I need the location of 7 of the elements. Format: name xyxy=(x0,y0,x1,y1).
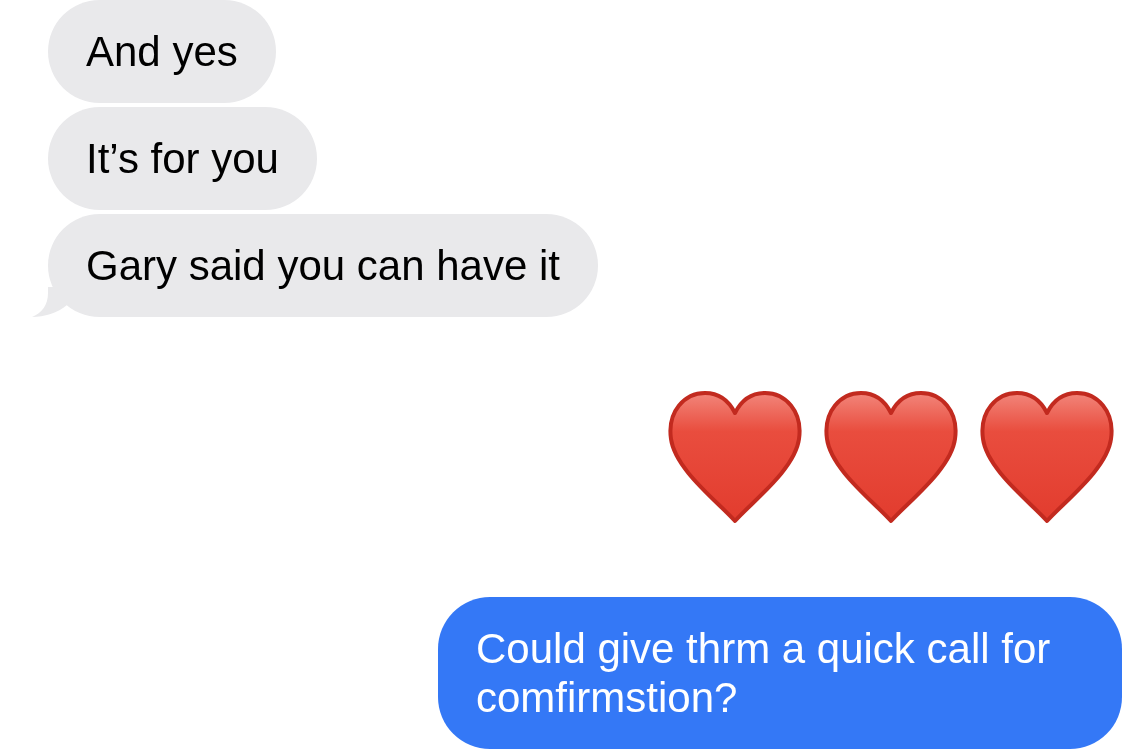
heart-icon xyxy=(823,389,959,525)
heart-icon xyxy=(667,389,803,525)
incoming-message: Gary said you can have it xyxy=(32,214,598,317)
incoming-message: And yes xyxy=(48,0,276,103)
incoming-message: It’s for you xyxy=(48,107,317,210)
outgoing-message: Could give thrm a quick call for comfirmstion? xyxy=(438,597,1122,749)
heart-icon xyxy=(979,389,1115,525)
